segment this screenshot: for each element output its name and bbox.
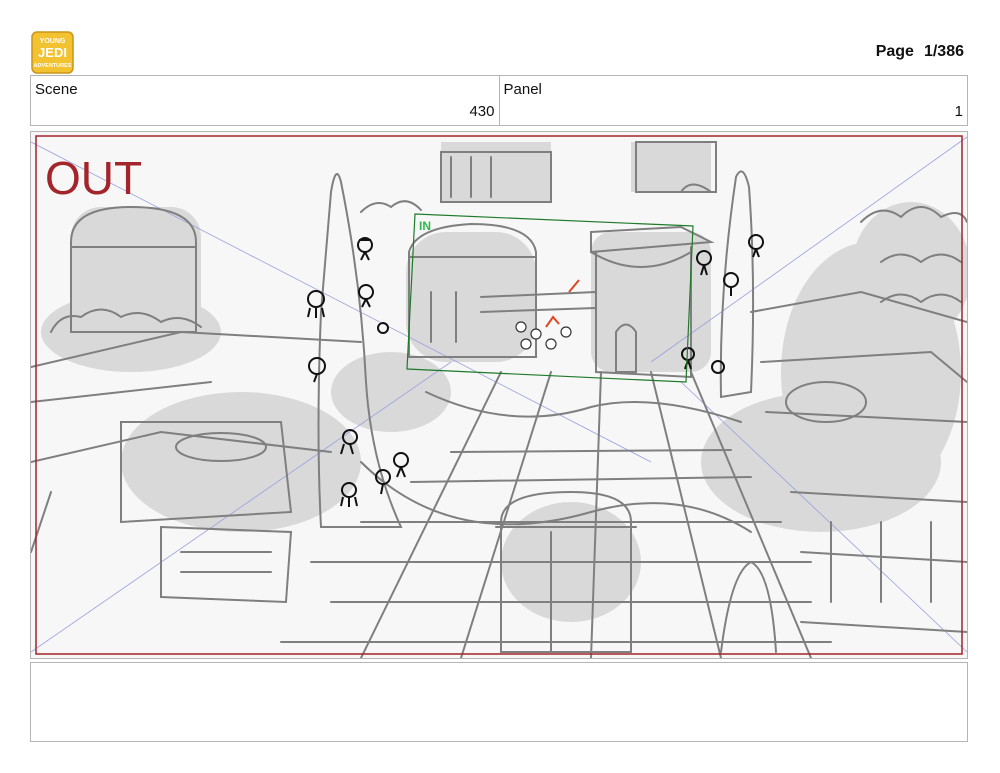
page-label: Page [875, 43, 914, 60]
scene-label: Scene [35, 81, 78, 98]
page-number: Page 1/386 [876, 43, 964, 61]
logo-text-top: YOUNG [40, 38, 66, 45]
scene-value: 430 [469, 103, 495, 120]
panel-value: 1 [954, 103, 963, 120]
panel-notes-box [30, 662, 968, 742]
in-label: IN [419, 219, 431, 233]
storyboard-sketch: IN OUT [31, 132, 967, 658]
logo-text-mid: JEDI [38, 45, 67, 60]
panel-label: Panel [503, 81, 542, 98]
scene-cell: Scene 430 [31, 76, 499, 125]
panel-cell: Panel 1 [498, 76, 968, 125]
scene-panel-info: Scene 430 Panel 1 [30, 75, 968, 126]
out-label: OUT [45, 152, 142, 204]
page-value: 1/386 [923, 43, 964, 60]
show-logo-icon: YOUNG JEDI ADVENTURES [31, 31, 74, 74]
logo-text-bottom: ADVENTURES [34, 63, 72, 69]
storyboard-panel: IN OUT [30, 131, 968, 659]
